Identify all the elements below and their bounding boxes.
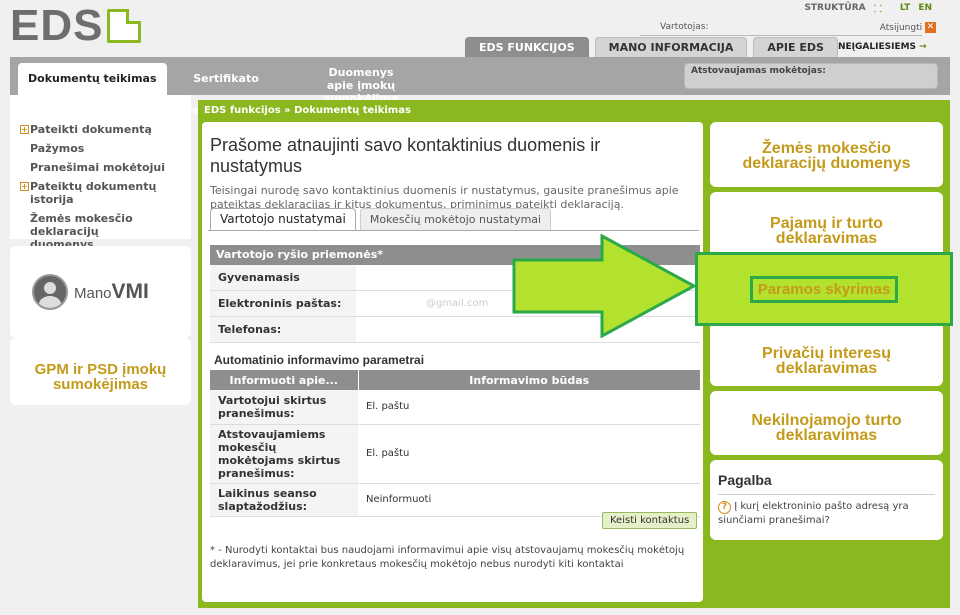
help-link[interactable]: ? Į kurį elektroninio pašto adresą yra s… (718, 494, 935, 527)
email-value: @gmail.com (426, 298, 489, 309)
mano-vmi-logo: ManoVMI (74, 280, 149, 303)
document-icon (107, 9, 142, 43)
logout-label: Atsijungti (879, 23, 923, 33)
box-pajamu-turto[interactable]: Pajamų ir turto deklaravimas (710, 192, 943, 258)
table-cell: El. paštu (358, 390, 700, 425)
tab-eds-funkcijos[interactable]: EDS FUNKCIJOS (465, 37, 589, 57)
table-row: Vartotojui skirtus pranešimus: El. paštu (210, 390, 700, 425)
sidebar-item-label: Pranešimai mokėtojui (30, 161, 165, 174)
highlight-paramos-skyrimas[interactable]: Paramos skyrimas (695, 252, 953, 326)
breadcrumb: EDS funkcijos » Dokumentų teikimas (204, 105, 411, 116)
box-line: Pajamų ir turto (770, 215, 883, 232)
question-icon: ? (718, 501, 731, 514)
field-label: Gyvenamasis adresas: (210, 265, 356, 310)
table-row: Atstovaujamiems mokesčių mokėtojams skir… (210, 424, 700, 484)
help-title: Pagalba (718, 472, 772, 488)
gpm-psd-banner[interactable]: GPM ir PSD įmokų sumokėjimas (10, 338, 191, 405)
user-label: Vartotojas: (660, 22, 709, 32)
expand-icon: + (20, 182, 29, 191)
nav-tab-sertifikato[interactable]: Sertifikato deklaravimas (160, 63, 292, 117)
paramos-skyrimas-label: Paramos skyrimas (749, 275, 899, 303)
sidebar-item-istorija[interactable]: + Pateiktų dokumentų istorija (20, 180, 191, 206)
top-tabs: EDS FUNKCIJOS MANO INFORMACIJA APIE EDS (465, 37, 838, 57)
representative-selector[interactable]: Atstovaujamas mokėtojas: (684, 63, 938, 89)
tab-apie-eds[interactable]: APIE EDS (753, 37, 838, 57)
box-line: deklaracijų duomenys (742, 155, 911, 172)
footnote: * - Nurodyti kontaktai bus naudojami inf… (210, 545, 685, 570)
box-line: deklaravimas (775, 427, 878, 444)
user-row: Vartotojas: Atsijungti ✕ (640, 21, 936, 36)
page-title: Prašome atnaujinti savo kontaktinius duo… (210, 135, 601, 176)
auto-info-table: Informuoti apie... Informavimo būdas Var… (210, 370, 700, 517)
field-label: Telefonas: (210, 317, 356, 342)
close-icon: ✕ (925, 22, 936, 33)
tab-mokesciu-moketojo[interactable]: Mokesčių mokėtojo nustatymai (359, 208, 552, 230)
sidebar-item-label: Pažymos (30, 142, 85, 155)
box-zemes-mokescio[interactable]: Žemės mokesčio deklaracijų duomenys (710, 122, 943, 187)
accessibility-label: NEĮGALIESIEMS (838, 42, 917, 52)
sidebar-item-pazymos[interactable]: Pažymos (20, 142, 191, 155)
gpm-line2: sumokėjimas (52, 376, 149, 393)
sidebar-item-label: Pateiktų dokumentų istorija (30, 180, 157, 206)
content-panel: Prašome atnaujinti savo kontaktinius duo… (202, 122, 703, 602)
tab-divider (208, 230, 699, 231)
top-links: STRUKTŪRA ⸬ LT EN (804, 1, 932, 15)
table-header: Informuoti apie... (210, 370, 359, 390)
box-line: deklaravimas (775, 230, 878, 247)
user-avatar-icon (32, 274, 68, 310)
content-tabs: Vartotojo nustatymai Mokesčių mokėtojo n… (210, 208, 552, 230)
box-line: deklaravimas (775, 360, 878, 377)
sidebar-item-pranesimai[interactable]: Pranešimai mokėtojui (20, 161, 191, 174)
box-privaciu-interesu[interactable]: Privačių interesų deklaravimas (710, 322, 943, 386)
nav-tab-duomenys[interactable]: Duomenys apie įmokų sumokėjimą (296, 63, 426, 105)
arrow-right-icon: → (919, 42, 927, 52)
auto-info-title: Automatinio informavimo parametrai (214, 353, 425, 367)
table-header: Informavimo būdas (358, 370, 700, 390)
logo-text: EDS (10, 1, 104, 50)
sidebar-item-label: Pateikti dokumentą (30, 123, 152, 136)
help-panel: Pagalba ? Į kurį elektroninio pašto adre… (710, 460, 943, 540)
section-navbar: Dokumentų teikimas Sertifikato deklaravi… (10, 57, 950, 117)
lang-lt[interactable]: LT (900, 3, 910, 13)
box-nekilnojamojo-turto[interactable]: Nekilnojamojo turto deklaravimas (710, 391, 943, 455)
box-line: Nekilnojamojo turto (751, 412, 902, 429)
table-cell: Atstovaujamiems mokesčių mokėtojams skir… (210, 424, 358, 484)
sidebar-menu: + Pateikti dokumentą Pažymos Pranešimai … (10, 95, 191, 251)
field-label: Elektroninis paštas: (210, 291, 356, 316)
arrow-right-icon (512, 234, 698, 338)
nav-tab-duomenys-line1: Duomenys (328, 66, 394, 79)
main-frame: EDS funkcijos » Dokumentų teikimas Prašo… (198, 100, 953, 608)
tab-mano-informacija[interactable]: MANO INFORMACIJA (594, 37, 748, 57)
box-line: Privačių interesų (762, 345, 891, 362)
lang-en[interactable]: EN (918, 3, 932, 13)
accessibility-link[interactable]: NEĮGALIESIEMS → (838, 42, 927, 52)
nav-tab-dokumentu-teikimas[interactable]: Dokumentų teikimas (18, 63, 167, 95)
sidebar-item-pateikti[interactable]: + Pateikti dokumentą (20, 123, 191, 136)
struktura-link[interactable]: STRUKTŪRA (804, 3, 865, 13)
help-text: Į kurį elektroninio pašto adresą yra siu… (718, 501, 909, 526)
sitemap-icon: ⸬ (873, 4, 882, 15)
eds-logo[interactable]: EDS (10, 1, 142, 50)
table-cell: Laikinus seanso slaptažodžius: (210, 483, 358, 517)
tab-vartotojo-nustatymai[interactable]: Vartotojo nustatymai (210, 208, 356, 230)
change-contacts-button[interactable]: Keisti kontaktus (602, 512, 698, 529)
mano-vmi-banner[interactable]: ManoVMI (10, 246, 191, 338)
box-line: Žemės mokesčio (762, 140, 891, 157)
logout-link[interactable]: Atsijungti ✕ (880, 22, 936, 33)
gpm-line1: GPM ir PSD įmokų (34, 361, 167, 378)
table-cell: El. paštu (358, 424, 700, 484)
table-cell: Vartotojui skirtus pranešimus: (210, 390, 358, 425)
expand-icon: + (20, 125, 29, 134)
